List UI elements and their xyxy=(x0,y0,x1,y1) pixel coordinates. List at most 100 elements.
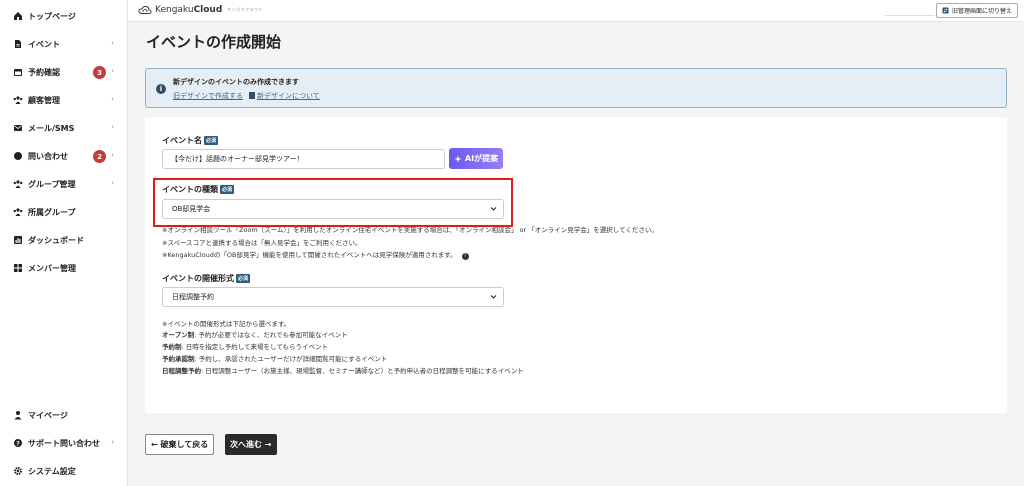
sidebar-item-label: 顧客管理 xyxy=(28,95,60,105)
chart-icon xyxy=(13,235,23,245)
sidebar-item-label: システム設定 xyxy=(28,466,76,476)
sidebar-item-top-page[interactable]: トップページ xyxy=(0,6,128,26)
gear-icon xyxy=(13,466,23,476)
sidebar-item-label: メール/SMS xyxy=(28,123,75,133)
chevron-down-icon xyxy=(490,293,497,302)
logo[interactable]: Kengaku Cloud ケンガククラウド xyxy=(138,5,263,15)
format-desc: : 予約が必要ではなく、だれでも参加可能なイベント xyxy=(194,331,348,339)
logo-tagline: ケンガククラウド xyxy=(227,7,264,12)
event-type-select[interactable]: OB邸見学会 xyxy=(162,199,504,219)
sidebar-item-label: グループ管理 xyxy=(28,179,76,189)
person-icon xyxy=(13,410,23,420)
sidebar-item-label: イベント xyxy=(28,39,60,49)
sparkle-icon xyxy=(454,155,462,162)
chevron-right-icon: › xyxy=(111,39,114,47)
sidebar-item-my-page[interactable]: マイページ xyxy=(0,405,128,425)
required-tag: 必須 xyxy=(204,136,219,145)
sidebar-item-inquiries[interactable]: 問い合わせ 2 › xyxy=(0,146,128,166)
cloud-logo-icon xyxy=(138,5,152,14)
home-icon xyxy=(13,11,23,21)
svg-text:?: ? xyxy=(16,440,20,447)
chat-icon xyxy=(13,151,23,161)
sidebar-item-system-settings[interactable]: システム設定 xyxy=(0,461,128,481)
format-select[interactable]: 日程調整予約 xyxy=(162,287,504,307)
about-new-design-link[interactable]: 新デザインについて xyxy=(249,91,320,101)
page-title: イベントの作成開始 xyxy=(146,33,282,51)
format-term: オープン制 xyxy=(162,331,195,339)
required-tag: 必須 xyxy=(220,185,235,194)
notification-badge: 2 xyxy=(93,150,106,163)
group-icon xyxy=(13,179,23,189)
sidebar-item-label: メンバー管理 xyxy=(28,263,76,273)
calendar-icon xyxy=(13,67,23,77)
sidebar-item-event[interactable]: イベント › xyxy=(0,34,128,54)
format-term: 予約制 xyxy=(162,343,182,351)
event-name-value: 【今だけ】話題のオーナー邸見学ツアー！ xyxy=(171,155,304,163)
format-desc: : 日時を指定し予約して来場をしてもらうイベント xyxy=(181,343,329,351)
ai-suggest-button[interactable]: AIが提案 xyxy=(449,148,503,169)
format-label: イベントの開催形式 必須 xyxy=(162,273,251,284)
ai-suggest-label: AIが提案 xyxy=(464,154,499,163)
sidebar-item-mail-sms[interactable]: メール/SMS › xyxy=(0,118,128,138)
chevron-right-icon: › xyxy=(111,123,114,131)
sidebar-item-dashboard[interactable]: ダッシュボード xyxy=(0,230,128,250)
format-help-schedule: 日程調整予約: 日程調整ユーザー（お施主様、現場監督、セミナー講師など）と予約申… xyxy=(162,365,524,375)
sidebar-item-label: マイページ xyxy=(28,410,68,420)
event-name-input[interactable]: 【今だけ】話題のオーナー邸見学ツアー！ xyxy=(162,149,445,169)
sidebar-item-label: トップページ xyxy=(28,11,76,21)
sidebar-item-reservations[interactable]: 予約確認 3 › xyxy=(0,62,128,82)
event-type-label: イベントの種類 必須 xyxy=(162,184,235,195)
event-type-help-2: ※スペースコアと連携する場合は「無人見学会」をご利用ください。 xyxy=(162,239,362,247)
top-bar: Kengaku Cloud ケンガククラウド 旧管理画面に切り替え xyxy=(128,0,1024,22)
format-term: 日程調整予約 xyxy=(162,367,201,375)
create-old-design-link[interactable]: 旧デザインで作成する xyxy=(173,91,243,101)
sidebar: トップページ イベント › 予約確認 3 › 顧客管理 › メール/SMS › … xyxy=(0,0,128,486)
required-tag: 必須 xyxy=(236,274,251,283)
switch-icon xyxy=(942,7,949,14)
format-label-text: イベントの開催形式 xyxy=(162,274,234,283)
document-icon xyxy=(249,92,255,99)
format-desc: : 予約し、承認されたユーザーだけが詳細閲覧可能にするイベント xyxy=(194,355,388,363)
sidebar-item-my-group[interactable]: 所属グループ xyxy=(0,202,128,222)
chevron-right-icon: › xyxy=(111,95,114,103)
format-help-intro: ※イベントの開催形式は下記から選べます。 xyxy=(162,320,291,328)
about-new-design-label: 新デザインについて xyxy=(257,92,320,100)
info-icon: i xyxy=(156,84,166,94)
sidebar-item-member-management[interactable]: メンバー管理 xyxy=(0,258,128,278)
logo-text-light: Kengaku xyxy=(155,5,194,15)
event-type-help-3-text: ※KengakuCloudの「OB邸見学」機能を使用して開催されたイベントへは見… xyxy=(162,251,457,259)
group-icon xyxy=(13,207,23,217)
chevron-right-icon: › xyxy=(111,67,114,75)
chevron-down-icon xyxy=(490,205,497,214)
sidebar-item-support[interactable]: ? サポート問い合わせ › xyxy=(0,433,128,453)
notice-title: 新デザインのイベントのみ作成できます xyxy=(173,78,299,86)
notice-links: 旧デザインで作成する 新デザインについて xyxy=(173,91,320,101)
sidebar-item-label: 所属グループ xyxy=(28,207,76,217)
format-help-reservation: 予約制: 日時を指定し予約して来場をしてもらうイベント xyxy=(162,341,328,351)
sidebar-item-label: 予約確認 xyxy=(28,67,60,77)
logo-text-bold: Cloud xyxy=(193,5,223,15)
sidebar-item-label: サポート問い合わせ xyxy=(28,438,100,448)
question-icon: ? xyxy=(13,438,23,448)
info-notice: i 新デザインのイベントのみ作成できます 旧デザインで作成する 新デザインについ… xyxy=(145,68,1007,108)
format-help-approval: 予約承認制: 予約し、承認されたユーザーだけが詳細閲覧可能にするイベント xyxy=(162,353,387,363)
next-button[interactable]: 次へ進む → xyxy=(225,434,277,455)
format-term: 予約承認制 xyxy=(162,355,195,363)
event-type-highlight: イベントの種類 必須 OB邸見学会 xyxy=(153,178,513,227)
switch-old-admin-label: 旧管理画面に切り替え xyxy=(951,8,1012,15)
switch-old-admin-button[interactable]: 旧管理画面に切り替え xyxy=(935,3,1018,18)
chevron-right-icon: › xyxy=(111,179,114,187)
info-icon[interactable]: ! xyxy=(461,252,469,260)
format-help-open: オープン制: 予約が必要ではなく、だれでも参加可能なイベント xyxy=(162,329,348,339)
chevron-right-icon: › xyxy=(111,151,114,159)
event-type-value: OB邸見学会 xyxy=(172,205,211,213)
mail-icon xyxy=(13,123,23,133)
discard-back-button[interactable]: ← 破棄して戻る xyxy=(145,434,215,455)
top-search-field[interactable] xyxy=(885,6,935,16)
sidebar-item-customers[interactable]: 顧客管理 › xyxy=(0,90,128,110)
document-icon xyxy=(13,39,23,49)
sidebar-item-group-management[interactable]: グループ管理 › xyxy=(0,174,128,194)
event-name-label-text: イベント名 xyxy=(162,136,202,145)
event-type-help-3: ※KengakuCloudの「OB邸見学」機能を使用して開催されたイベントへは見… xyxy=(162,249,469,260)
format-value: 日程調整予約 xyxy=(172,293,214,301)
